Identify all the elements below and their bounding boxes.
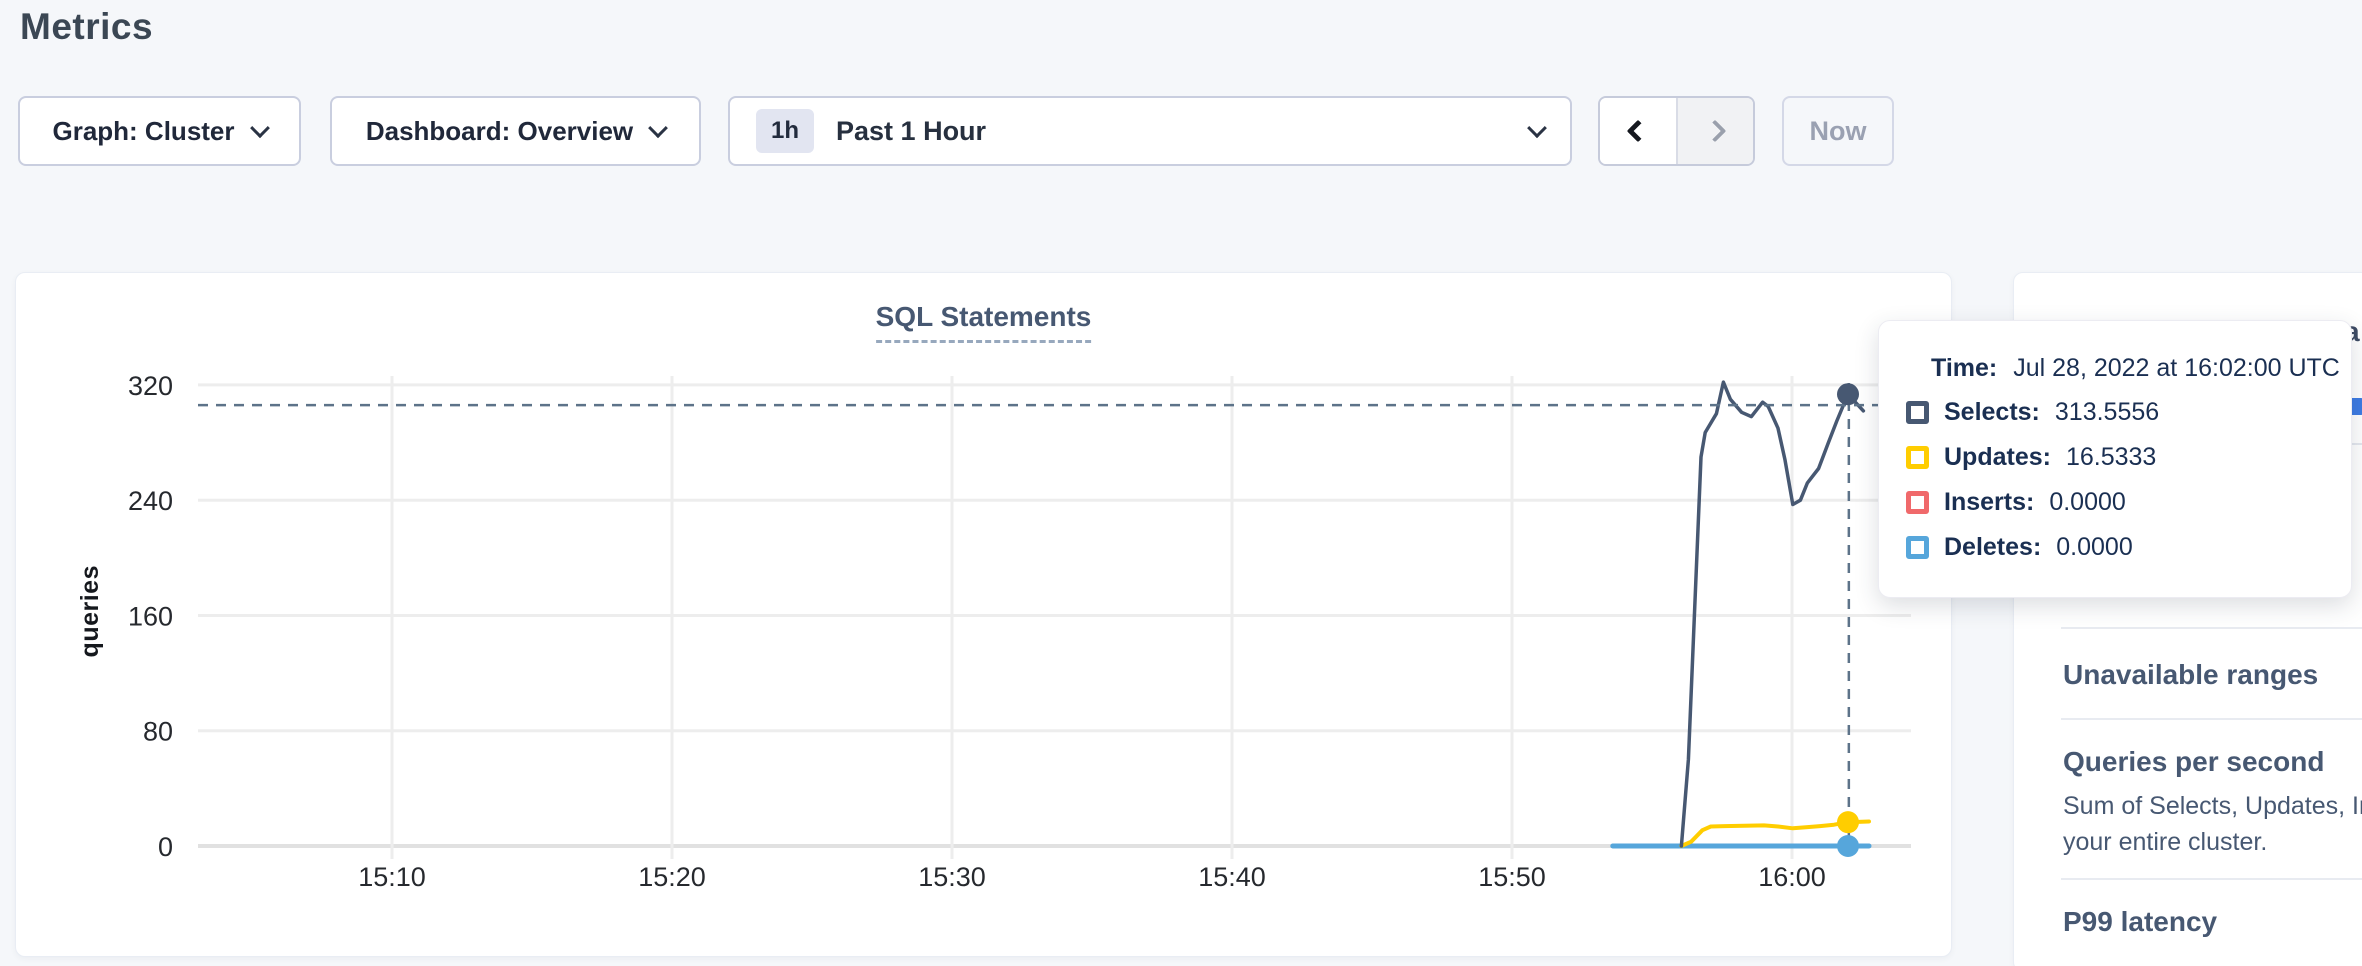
dashboard-selector-label: Dashboard: Overview: [366, 116, 633, 147]
hover-dot-deletes: [1837, 835, 1859, 857]
sidebar-item-unavailable-ranges: Unavailable ranges: [2063, 659, 2318, 691]
description-line: Sum of Selects, Updates, Inser: [2063, 788, 2362, 824]
chevron-down-icon: [1527, 118, 1547, 138]
tooltip-row-value: 0.0000: [2056, 533, 2132, 562]
divider: [2061, 878, 2362, 880]
chart-hover-tooltip: Time: Jul 28, 2022 at 16:02:00 UTC Selec…: [1878, 320, 2352, 598]
tooltip-row-inserts: Inserts: 0.0000: [1906, 480, 2351, 525]
dashboard-selector-dropdown[interactable]: Dashboard: Overview: [330, 96, 701, 166]
y-tick-label: 320: [128, 371, 173, 401]
sidebar-item-p99-latency: P99 latency: [2063, 906, 2217, 938]
chevron-right-icon: [1704, 120, 1727, 143]
tooltip-row-selects: Selects: 313.5556: [1906, 390, 2351, 435]
graph-selector-label: Graph: Cluster: [52, 116, 234, 147]
tooltip-row-deletes: Deletes: 0.0000: [1906, 525, 2351, 570]
tooltip-row-label: Deletes:: [1944, 533, 2041, 562]
sql-statements-chart-card: SQL Statements queries 08016024032015:10…: [15, 272, 1952, 957]
selects-series-swatch-icon: [1906, 401, 1929, 424]
description-line: your entire cluster.: [2063, 824, 2362, 860]
x-tick-label: 16:00: [1758, 862, 1826, 892]
x-tick-label: 15:10: [358, 862, 426, 892]
time-window-badge: 1h: [756, 109, 814, 153]
tooltip-time-value: Jul 28, 2022 at 16:02:00 UTC: [2013, 354, 2340, 383]
time-step-back-button[interactable]: [1600, 98, 1678, 164]
tooltip-row-value: 0.0000: [2049, 488, 2125, 517]
y-tick-label: 80: [143, 717, 173, 747]
tooltip-time-row: Time: Jul 28, 2022 at 16:02:00 UTC: [1931, 346, 2351, 390]
x-tick-label: 15:50: [1478, 862, 1546, 892]
chevron-down-icon: [648, 118, 668, 138]
tooltip-row-label: Inserts:: [1944, 488, 2034, 517]
divider: [2061, 718, 2362, 720]
time-step-forward-button[interactable]: [1678, 98, 1754, 164]
graph-selector-dropdown[interactable]: Graph: Cluster: [18, 96, 301, 166]
time-window-label: Past 1 Hour: [836, 116, 1508, 147]
x-tick-label: 15:20: [638, 862, 706, 892]
x-tick-label: 15:30: [918, 862, 986, 892]
tooltip-time-label: Time:: [1931, 354, 1997, 383]
hover-dot-selects: [1837, 383, 1859, 405]
sidebar-item-description: Sum of Selects, Updates, Inser your enti…: [2063, 788, 2362, 860]
y-tick-label: 240: [128, 486, 173, 516]
tooltip-row-updates: Updates: 16.5333: [1906, 435, 2351, 480]
tooltip-row-label: Updates:: [1944, 443, 2051, 472]
hover-dot-updates: [1837, 811, 1859, 833]
divider: [2061, 627, 2362, 629]
now-button[interactable]: Now: [1782, 96, 1894, 166]
updates-series-swatch-icon: [1906, 446, 1929, 469]
time-step-button-group: [1598, 96, 1755, 166]
y-tick-label: 160: [128, 601, 173, 631]
sql-statements-chart[interactable]: 0 80 160 240 320 15:10 15:20 15:30 15:40 15:50 16:…: [16, 273, 1953, 958]
deletes-series-swatch-icon: [1906, 536, 1929, 559]
chevron-left-icon: [1626, 120, 1649, 143]
tooltip-row-value: 16.5333: [2066, 443, 2156, 472]
tooltip-row-label: Selects:: [1944, 398, 2040, 427]
time-window-selector[interactable]: 1h Past 1 Hour: [728, 96, 1572, 166]
tooltip-row-value: 313.5556: [2055, 398, 2159, 427]
sidebar-item-queries-per-second: Queries per second: [2063, 746, 2324, 778]
chevron-down-icon: [250, 118, 270, 138]
x-tick-label: 15:40: [1198, 862, 1266, 892]
inserts-series-swatch-icon: [1906, 491, 1929, 514]
y-tick-label: 0: [158, 832, 173, 862]
page-title: Metrics: [20, 6, 153, 48]
